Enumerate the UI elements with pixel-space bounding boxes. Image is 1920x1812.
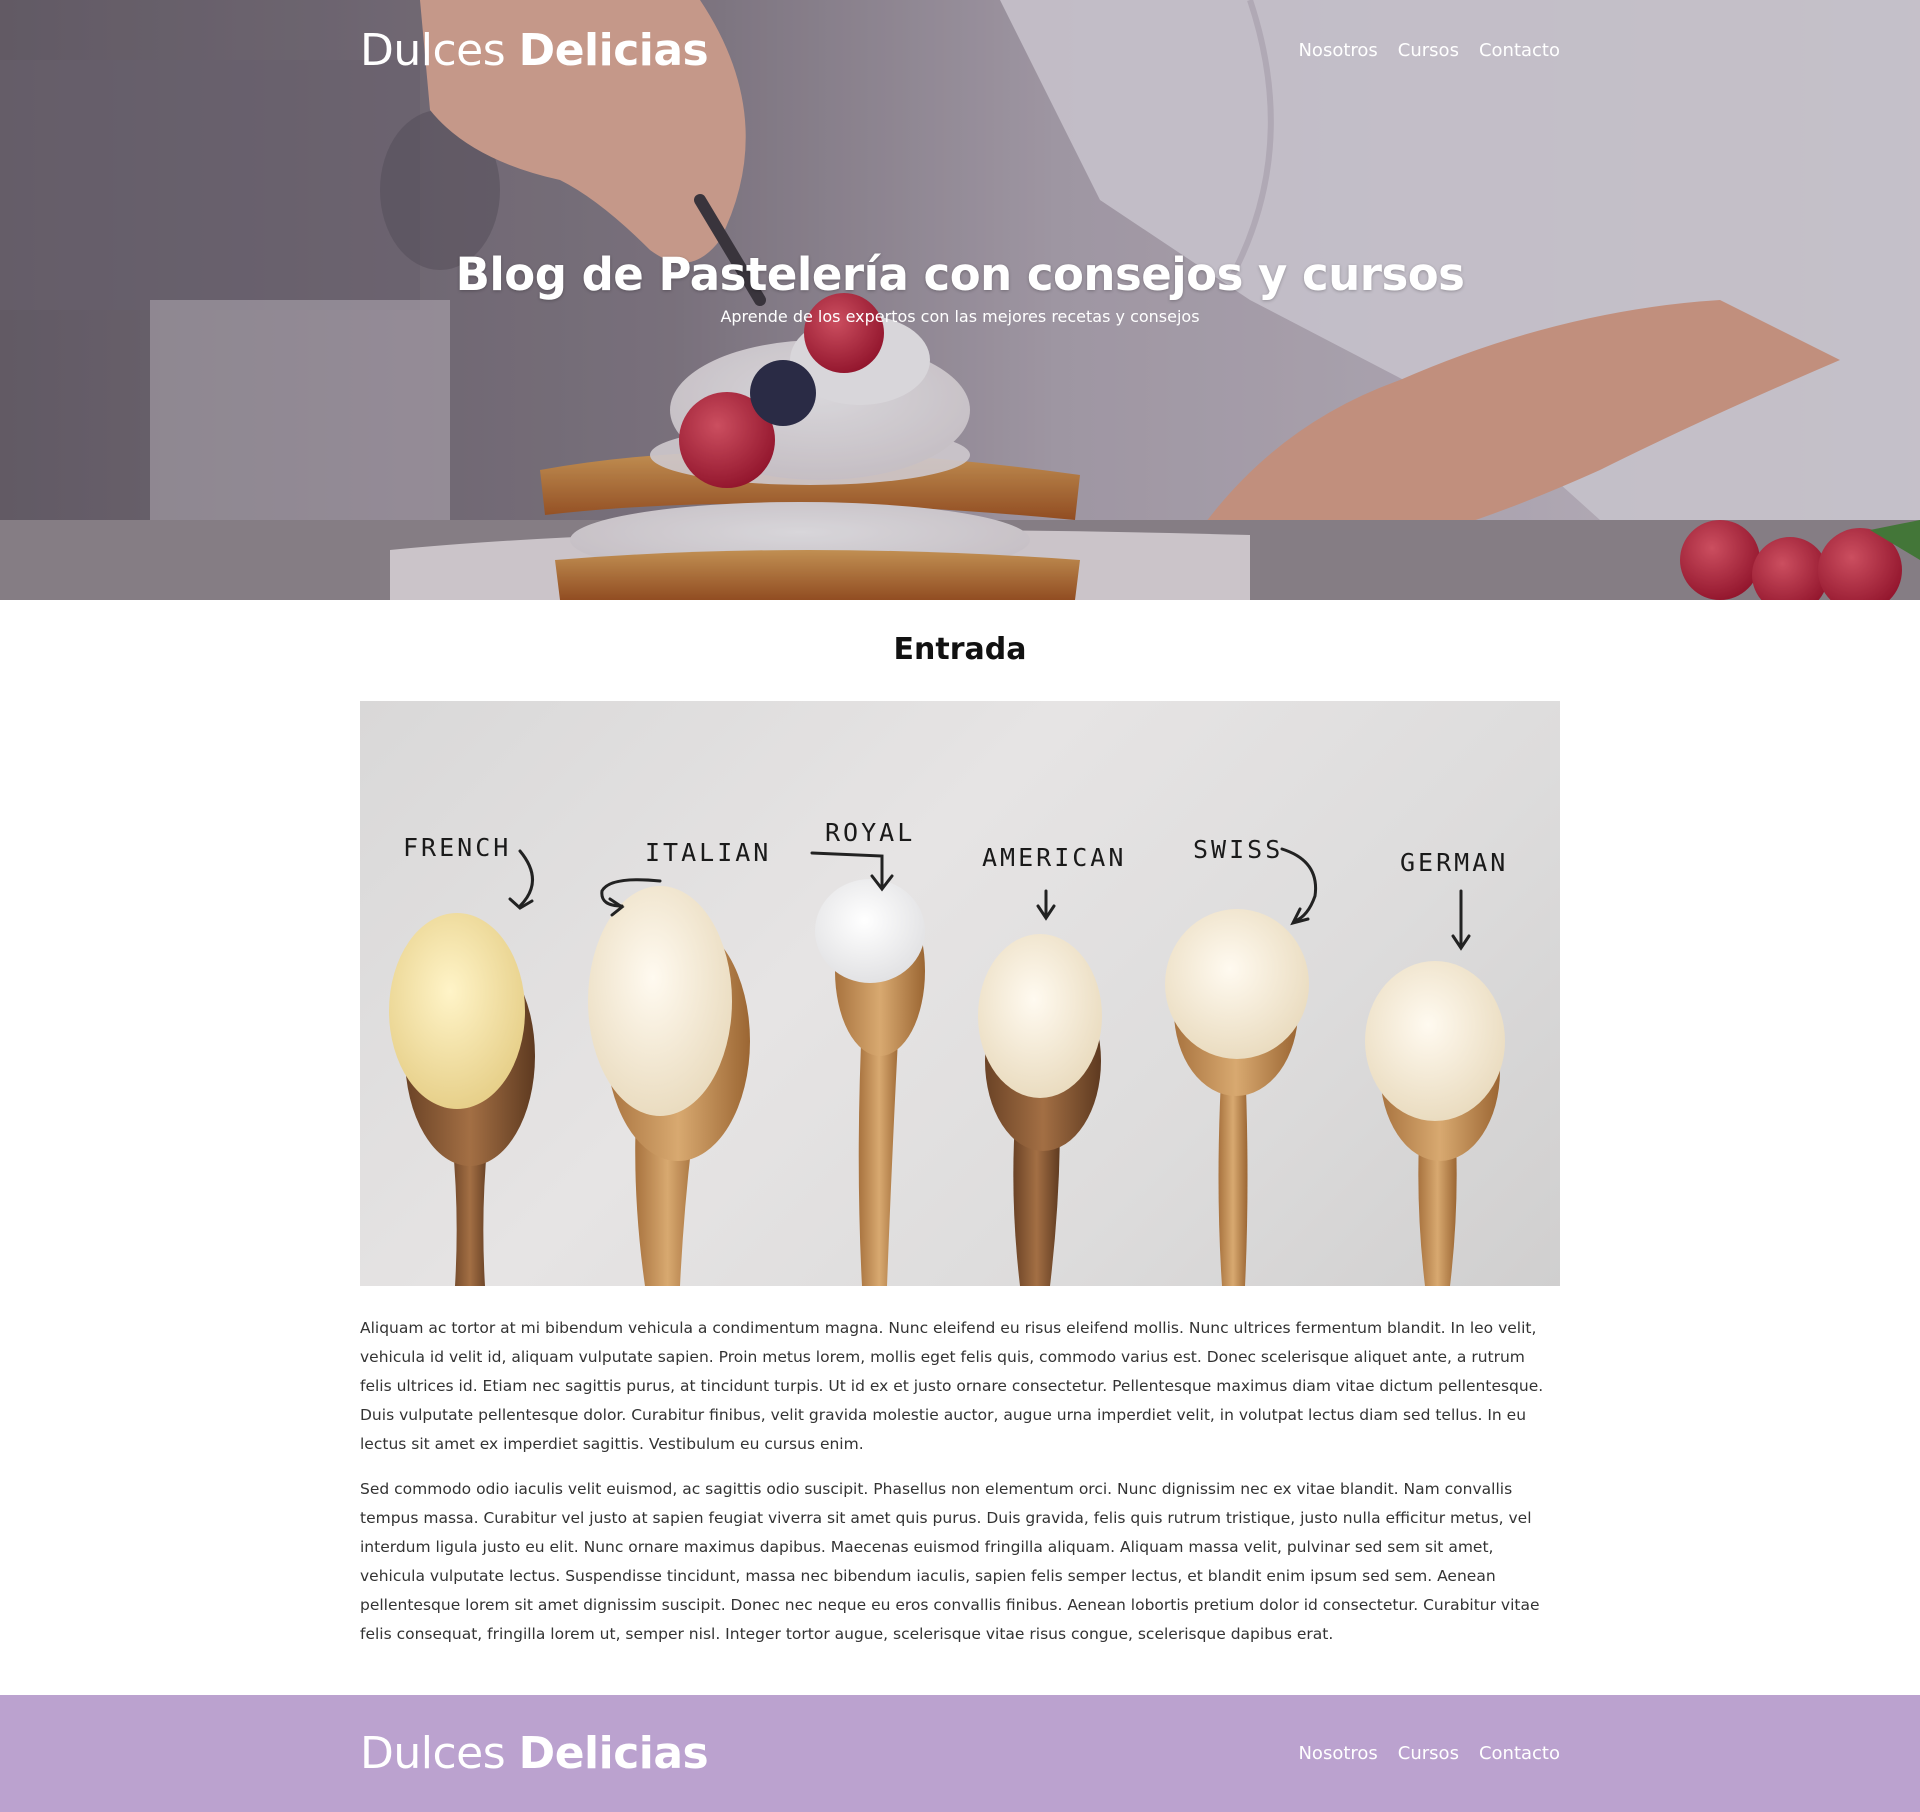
label-italian: ITALIAN [645,838,771,867]
nav-link-cursos[interactable]: Cursos [1398,40,1459,61]
post-paragraph-2: Sed commodo odio iaculis velit euismod, … [360,1480,1540,1643]
post-paragraph-1: Aliquam ac tortor at mi bibendum vehicul… [360,1319,1544,1453]
top-navbar: Dulces Delicias Nosotros Cursos Contacto [0,0,1920,100]
label-royal: ROYAL [825,818,915,847]
label-french: FRENCH [403,833,511,862]
label-american: AMERICAN [982,843,1126,872]
post-featured-image: FRENCH ITALIAN ROYAL AMERICAN SWISS GERM… [360,701,1560,1286]
logo-light-text: Dulces [360,24,519,76]
hero-section: Dulces Delicias Nosotros Cursos Contacto… [0,0,1920,600]
site-footer: Dulces Delicias Nosotros Cursos Contacto [0,1695,1920,1812]
section-title: Entrada [893,632,1027,667]
footer-nav-link-cursos[interactable]: Cursos [1398,1743,1459,1764]
nav-link-nosotros[interactable]: Nosotros [1298,40,1377,61]
footer-nav-link-nosotros[interactable]: Nosotros [1298,1743,1377,1764]
main-nav: Nosotros Cursos Contacto [1298,40,1560,61]
footer-nav: Nosotros Cursos Contacto [1298,1743,1560,1764]
footer-logo-bold-text: Delicias [518,1728,709,1779]
label-swiss: SWISS [1193,835,1283,864]
logo-bold-text: Delicias [518,24,709,76]
hero-text: Blog de Pastelería con consejos y cursos… [0,248,1920,326]
footer-logo-light-text: Dulces [360,1728,519,1779]
site-logo[interactable]: Dulces Delicias [360,24,709,76]
post-body: Aliquam ac tortor at mi bibendum vehicul… [360,1314,1560,1649]
main-content: Entrada FRENCH ITALIAN ROYAL AMERICAN SW… [0,632,1920,1649]
nav-link-contacto[interactable]: Contacto [1479,40,1560,61]
label-german: GERMAN [1400,848,1508,877]
hero-subtitle: Aprende de los expertos con las mejores … [720,307,1200,326]
footer-nav-link-contacto[interactable]: Contacto [1479,1743,1560,1764]
footer-logo[interactable]: Dulces Delicias [360,1728,709,1779]
hero-title: Blog de Pastelería con consejos y cursos [455,248,1465,301]
